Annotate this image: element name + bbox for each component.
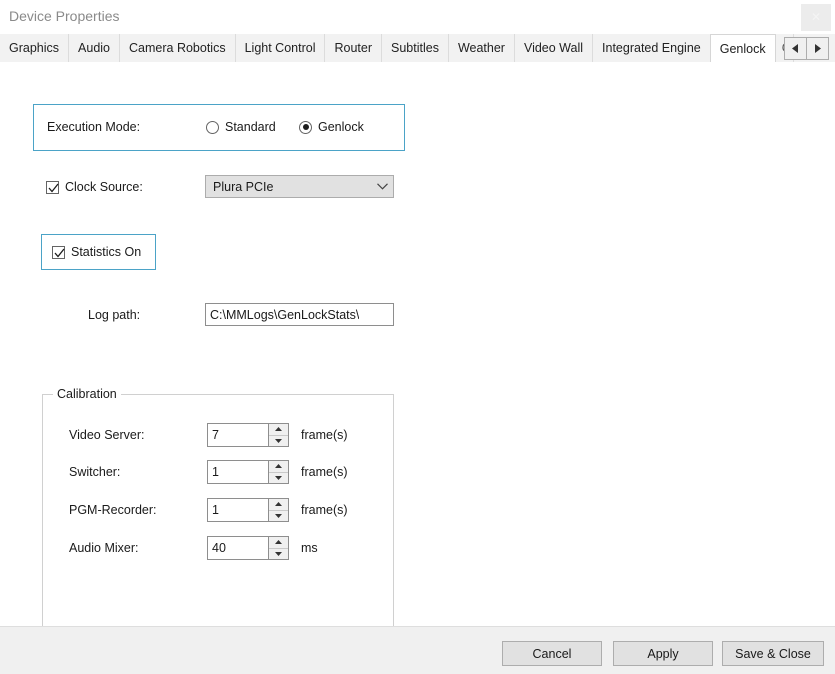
switcher-stepper[interactable]: 1 [207, 460, 289, 484]
cancel-button[interactable]: Cancel [502, 641, 602, 666]
log-path-label: Log path: [88, 308, 140, 322]
tab-strip: Graphics Audio Camera Robotics Light Con… [0, 34, 835, 63]
log-path-value: C:\MMLogs\GenLockStats\ [206, 308, 359, 322]
genlock-settings-panel: Execution Mode: Standard Genlock Clock S… [0, 62, 835, 626]
pgm-recorder-value: 1 [208, 499, 268, 521]
execution-mode-group: Execution Mode: Standard Genlock [33, 104, 405, 151]
triangle-down-icon[interactable] [269, 549, 288, 560]
tab-camera-robotics[interactable]: Camera Robotics [120, 34, 236, 62]
tab-label: Light Control [245, 41, 316, 55]
tab-integrated-engine[interactable]: Integrated Engine [593, 34, 711, 62]
close-icon[interactable]: ✕ [801, 4, 831, 31]
radio-selected-icon [299, 121, 312, 134]
audio-mixer-value: 40 [208, 537, 268, 559]
calibration-row-pgm-recorder: PGM-Recorder: 1 frame(s) [43, 498, 393, 524]
video-server-value: 7 [208, 424, 268, 446]
checkmark-icon [52, 246, 65, 259]
clock-source-dropdown[interactable]: Plura PCIe [205, 175, 394, 198]
radio-execution-mode-genlock[interactable]: Genlock [299, 120, 364, 134]
audio-mixer-stepper[interactable]: 40 [207, 536, 289, 560]
triangle-up-icon[interactable] [269, 424, 288, 436]
triangle-down-icon[interactable] [269, 511, 288, 522]
tab-label: Subtitles [391, 41, 439, 55]
triangle-up-icon[interactable] [269, 537, 288, 549]
calibration-row-video-server: Video Server: 7 frame(s) [43, 423, 393, 449]
stepper-buttons [268, 424, 288, 446]
tab-list: Graphics Audio Camera Robotics Light Con… [0, 34, 794, 62]
dialog-footer: Cancel Apply Save & Close [0, 626, 835, 674]
statistics-group: Statistics On [41, 234, 156, 270]
triangle-up-icon[interactable] [269, 499, 288, 511]
tab-label: Graphics [9, 41, 59, 55]
pgm-recorder-stepper[interactable]: 1 [207, 498, 289, 522]
tab-graphics[interactable]: Graphics [0, 34, 69, 62]
tab-label: Router [334, 41, 372, 55]
chevron-down-icon [371, 183, 393, 190]
tab-router[interactable]: Router [325, 34, 382, 62]
stepper-buttons [268, 537, 288, 559]
clock-source-value: Plura PCIe [206, 180, 371, 194]
calibration-label: PGM-Recorder: [69, 503, 157, 517]
chevron-left-icon[interactable] [784, 37, 807, 60]
tab-label: Integrated Engine [602, 41, 701, 55]
switcher-value: 1 [208, 461, 268, 483]
tab-label: Video Wall [524, 41, 583, 55]
window-title: Device Properties [9, 8, 120, 24]
calibration-unit: ms [301, 541, 318, 555]
checkmark-icon [46, 181, 59, 194]
radio-label: Standard [225, 120, 276, 134]
calibration-label: Video Server: [69, 428, 145, 442]
calibration-row-switcher: Switcher: 1 frame(s) [43, 460, 393, 486]
stepper-buttons [268, 499, 288, 521]
save-and-close-button[interactable]: Save & Close [722, 641, 824, 666]
calibration-unit: frame(s) [301, 465, 348, 479]
checkbox-label: Clock Source: [65, 180, 143, 194]
radio-execution-mode-standard[interactable]: Standard [206, 120, 276, 134]
stepper-buttons [268, 461, 288, 483]
tab-label: Camera Robotics [129, 41, 226, 55]
radio-label: Genlock [318, 120, 364, 134]
log-path-input[interactable]: C:\MMLogs\GenLockStats\ [205, 303, 394, 326]
tab-weather[interactable]: Weather [449, 34, 515, 62]
tab-video-wall[interactable]: Video Wall [515, 34, 593, 62]
tab-label: Audio [78, 41, 110, 55]
checkbox-clock-source[interactable]: Clock Source: [46, 180, 143, 194]
checkbox-statistics-on[interactable]: Statistics On [52, 245, 141, 259]
calibration-unit: frame(s) [301, 428, 348, 442]
tab-audio[interactable]: Audio [69, 34, 120, 62]
tab-label: Genlock [720, 42, 766, 56]
triangle-down-icon[interactable] [269, 436, 288, 447]
radio-icon [206, 121, 219, 134]
calibration-row-audio-mixer: Audio Mixer: 40 ms [43, 536, 393, 562]
calibration-label: Audio Mixer: [69, 541, 138, 555]
video-server-stepper[interactable]: 7 [207, 423, 289, 447]
calibration-unit: frame(s) [301, 503, 348, 517]
triangle-down-icon[interactable] [269, 473, 288, 484]
calibration-label: Switcher: [69, 465, 120, 479]
triangle-up-icon[interactable] [269, 461, 288, 473]
execution-mode-label: Execution Mode: [47, 120, 140, 134]
calibration-group: Calibration Video Server: 7 frame(s) Swi… [42, 394, 394, 644]
chevron-right-icon[interactable] [807, 37, 829, 60]
tab-label: Weather [458, 41, 505, 55]
tab-light-control[interactable]: Light Control [236, 34, 326, 62]
tab-subtitles[interactable]: Subtitles [382, 34, 449, 62]
tab-genlock[interactable]: Genlock [710, 34, 776, 62]
window-titlebar: Device Properties ✕ [0, 0, 835, 34]
checkbox-label: Statistics On [71, 245, 141, 259]
calibration-group-title: Calibration [53, 387, 121, 401]
tab-scroll-controls [784, 37, 829, 60]
apply-button[interactable]: Apply [613, 641, 713, 666]
